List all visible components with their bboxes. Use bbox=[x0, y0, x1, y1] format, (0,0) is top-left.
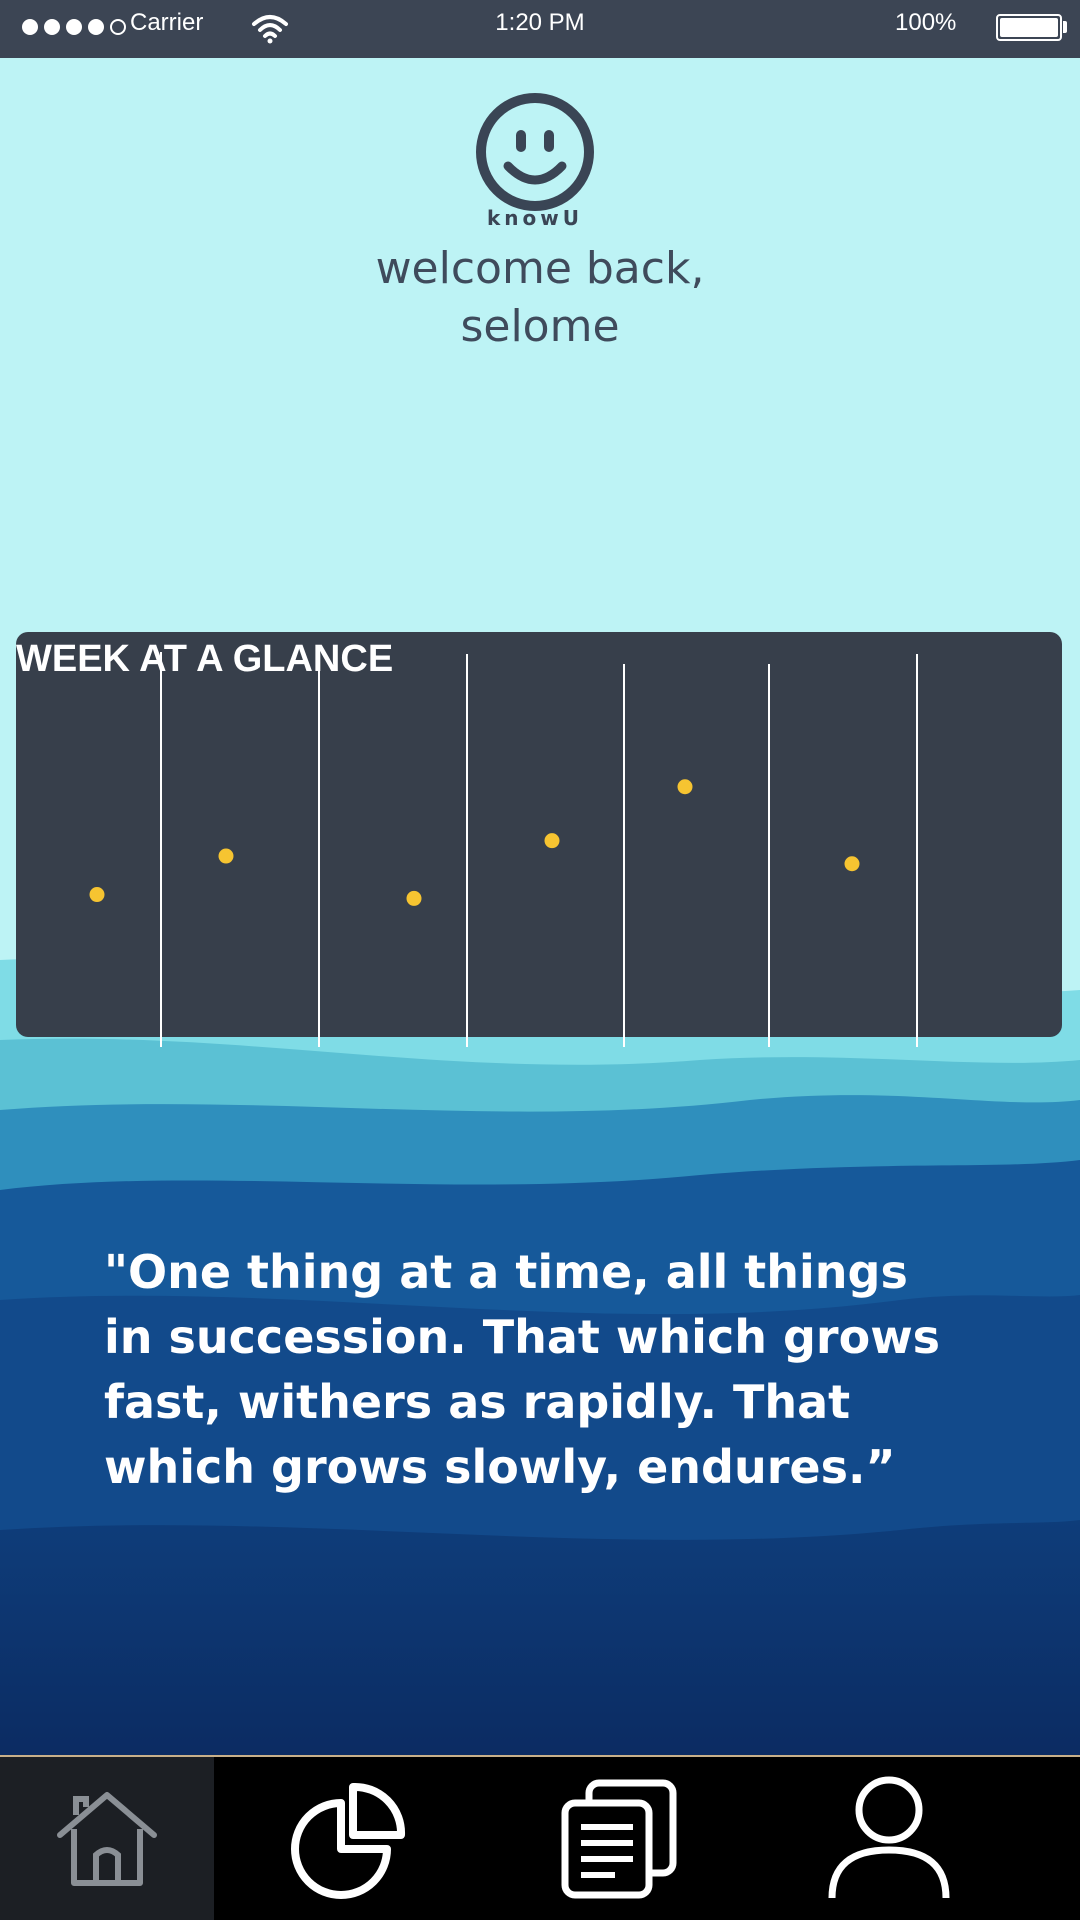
daily-quote: "One thing at a time, all things in succ… bbox=[104, 1245, 941, 1494]
tab-profile[interactable] bbox=[754, 1757, 1024, 1920]
welcome-message: welcome back, selome bbox=[0, 240, 1080, 356]
pie-chart-icon bbox=[289, 1779, 409, 1899]
tab-stats[interactable] bbox=[214, 1757, 484, 1920]
card-title: WEEK AT A GLANCE bbox=[16, 638, 394, 680]
welcome-user-name: selome bbox=[460, 301, 620, 352]
tab-bar bbox=[0, 1755, 1080, 1920]
battery-icon bbox=[996, 14, 1062, 41]
welcome-line-1: welcome back, bbox=[375, 243, 705, 294]
battery-tip bbox=[1063, 21, 1067, 33]
tab-home[interactable] bbox=[0, 1757, 214, 1920]
week-at-a-glance-card[interactable] bbox=[16, 632, 1062, 1037]
logo-text: knowU bbox=[487, 206, 583, 230]
battery-percent: 100% bbox=[895, 9, 957, 36]
tab-journal[interactable] bbox=[484, 1757, 754, 1920]
home-icon bbox=[52, 1789, 162, 1889]
status-bar: Carrier 1:20 PM 100% bbox=[0, 0, 1080, 58]
documents-icon bbox=[559, 1779, 679, 1899]
person-icon bbox=[824, 1776, 954, 1901]
